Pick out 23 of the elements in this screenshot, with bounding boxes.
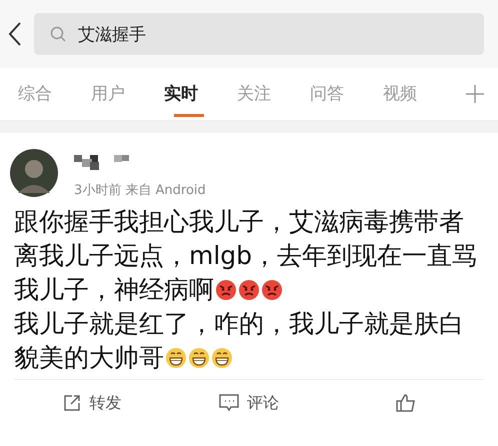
post-time-source: 3小时前 来自 Android (74, 182, 206, 199)
grinning-face-icon (188, 347, 210, 369)
tab[interactable]: 问答 (310, 68, 383, 120)
tab[interactable]: 用户 (91, 68, 164, 120)
post-text: 跟你握手我担心我儿子，艾滋病毒携带者离我儿子远点，mlgb，去年到现在一直骂我儿子，神经病啊 (14, 206, 478, 306)
comment-button[interactable]: 评论 (170, 384, 328, 422)
tab[interactable]: 综合 (18, 68, 91, 120)
angry-face-icon (261, 279, 283, 301)
avatar[interactable] (10, 149, 58, 197)
back-icon[interactable] (8, 21, 22, 47)
search-field[interactable]: 艾滋握手 (34, 13, 484, 55)
tab[interactable]: 视频 (383, 68, 456, 120)
comment-icon (219, 394, 239, 412)
tab[interactable]: 关注 (237, 68, 310, 120)
plus-icon[interactable] (466, 85, 484, 103)
post-text: 我儿子就是红了，咋的，我儿子就是肤白貌美的大帅哥 (14, 308, 465, 374)
share-icon (63, 394, 82, 412)
angry-face-icon (238, 279, 260, 301)
grinning-face-icon (211, 347, 233, 369)
repost-button[interactable]: 转发 (14, 384, 171, 422)
thumbs-up-icon (396, 394, 416, 412)
angry-face-icon (215, 279, 237, 301)
grinning-face-icon (165, 347, 187, 369)
